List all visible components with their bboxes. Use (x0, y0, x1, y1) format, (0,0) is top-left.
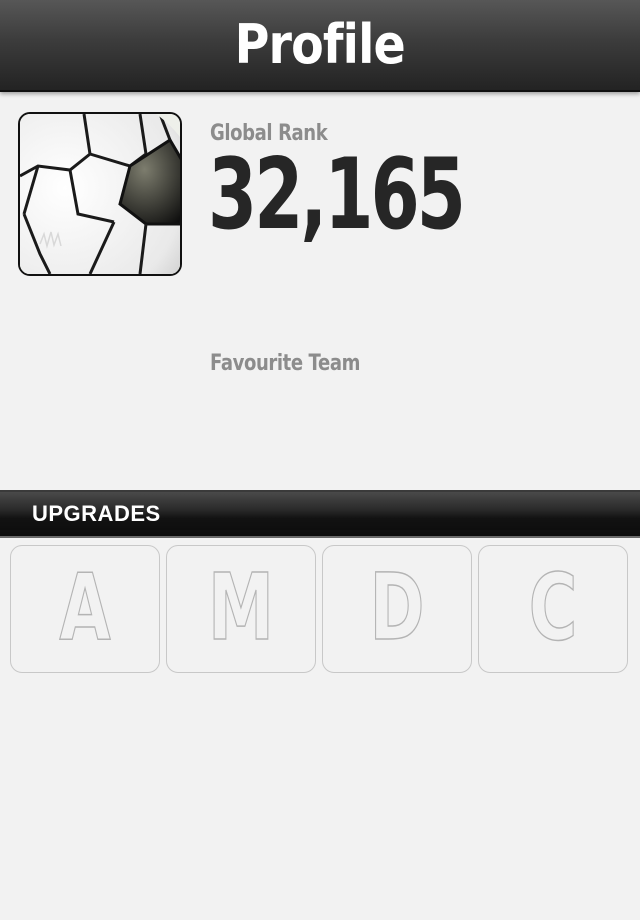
page-title: Profile (234, 13, 406, 76)
upgrades-title: UPGRADES (32, 501, 161, 526)
avatar[interactable] (18, 112, 182, 276)
upgrade-letter: C (528, 554, 578, 661)
upgrade-letter: M (207, 554, 274, 661)
upgrade-tile-a[interactable]: A (10, 545, 160, 673)
upgrade-tile-m[interactable]: M (166, 545, 316, 673)
upgrades-grid: A M D C (10, 545, 634, 675)
upgrades-section-header: UPGRADES (0, 490, 640, 538)
soccer-ball-icon (20, 114, 180, 274)
nav-bar: Profile (0, 0, 640, 92)
favourite-team-label: Favourite Team (210, 351, 361, 376)
upgrade-tile-c[interactable]: C (478, 545, 628, 673)
global-rank-value: 32,165 (208, 138, 466, 252)
upgrade-tile-d[interactable]: D (322, 545, 472, 673)
upgrade-letter: D (369, 554, 425, 661)
upgrade-letter: A (59, 554, 111, 661)
